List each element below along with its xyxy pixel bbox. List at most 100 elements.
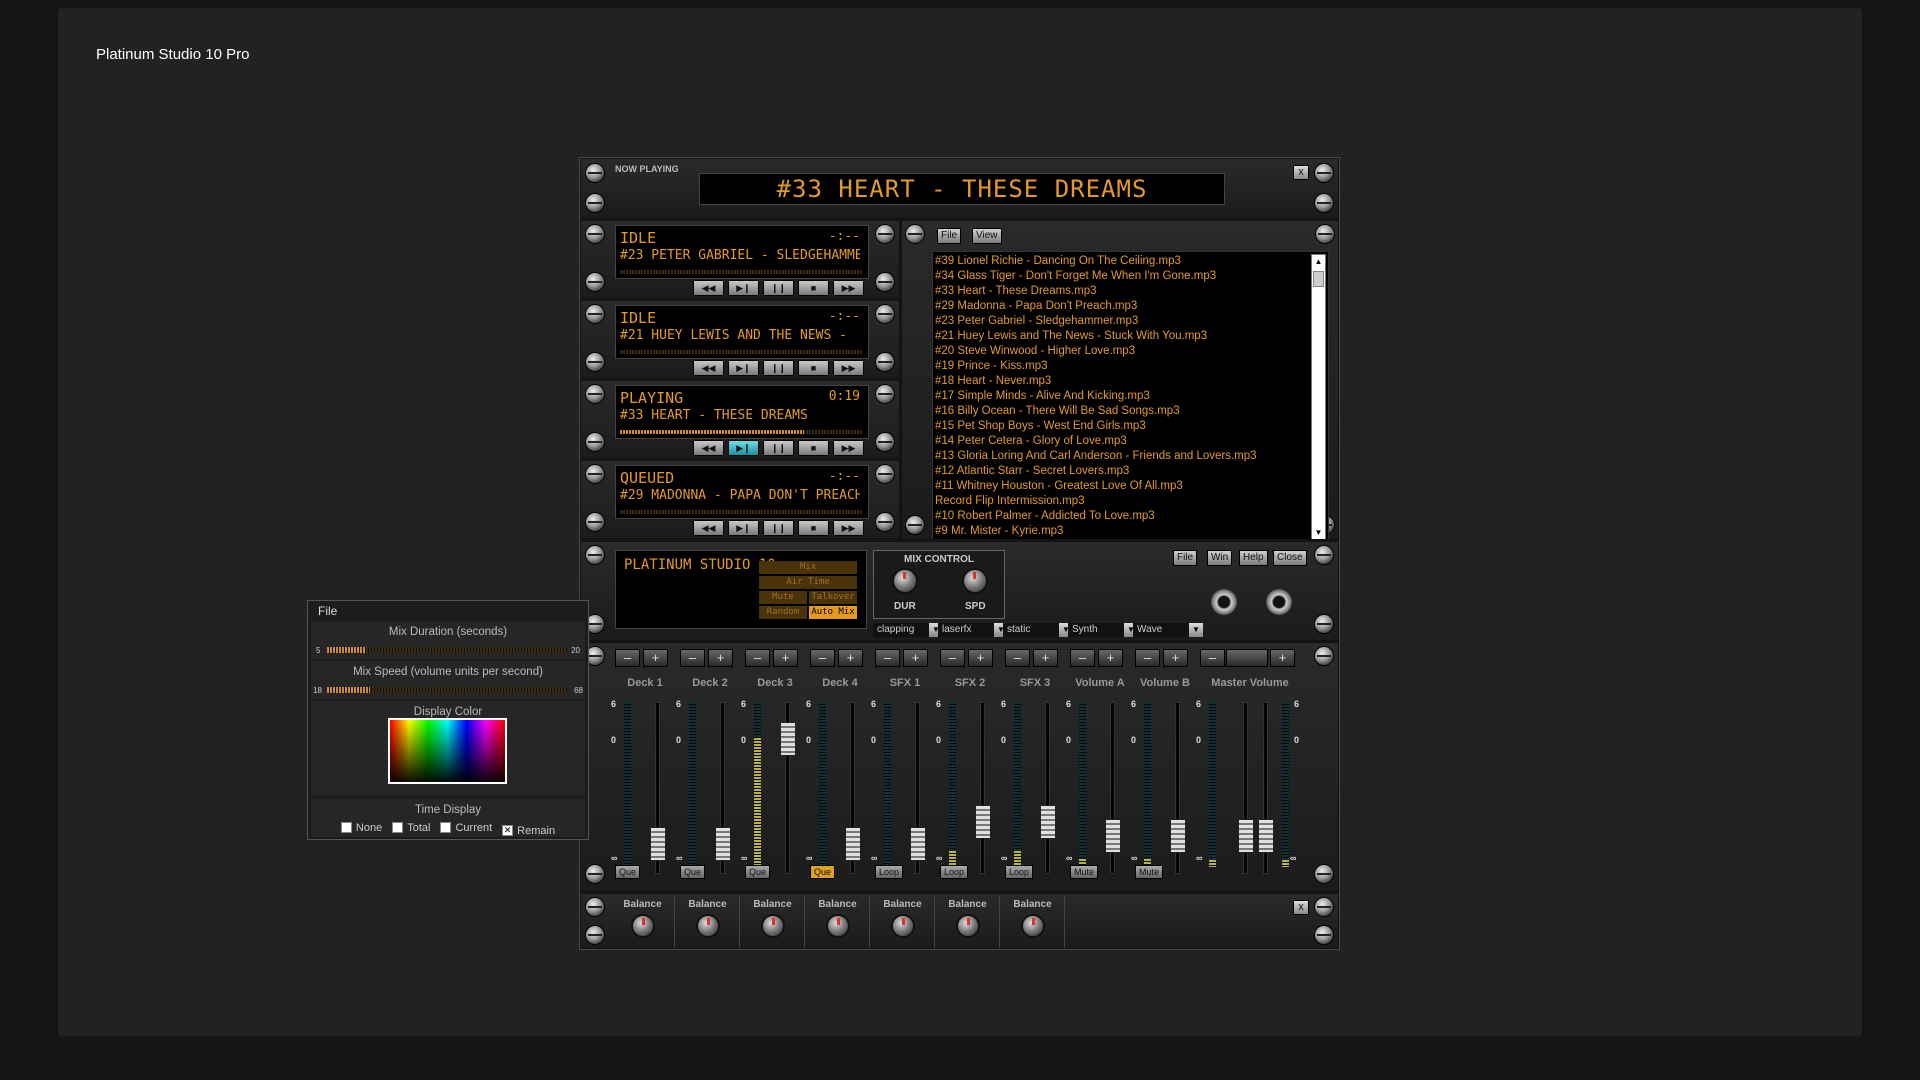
channel-loop-button[interactable]: Loop <box>940 865 969 879</box>
minus-button[interactable]: – <box>810 649 835 667</box>
balance-knob-icon[interactable] <box>761 914 785 938</box>
channel-loop-button[interactable]: Loop <box>1005 865 1034 879</box>
channel-mute-button[interactable]: Mute <box>1070 865 1099 879</box>
mix-duration-slider[interactable] <box>327 647 567 653</box>
playlist-item[interactable]: #11 Whitney Houston - Greatest Love Of A… <box>935 479 1328 494</box>
plus-button[interactable]: + <box>838 649 863 667</box>
studio-win-menu[interactable]: Win <box>1207 550 1233 566</box>
playlist-item[interactable]: #18 Heart - Never.mp3 <box>935 374 1328 389</box>
fader-handle[interactable] <box>1258 819 1274 854</box>
playlist-scrollbar[interactable]: ▲ ▼ <box>1311 254 1326 539</box>
fader-handle[interactable] <box>780 722 796 757</box>
minus-button[interactable]: – <box>615 649 640 667</box>
play-icon[interactable]: ▶❙ <box>728 520 759 536</box>
checkbox-icon[interactable]: ✕ <box>502 825 514 836</box>
plus-button[interactable]: + <box>1033 649 1058 667</box>
plus-button[interactable]: + <box>968 649 993 667</box>
mix-button[interactable]: Mix <box>759 561 857 574</box>
checkbox-icon[interactable] <box>440 822 452 833</box>
time-option-current[interactable]: Current <box>440 822 492 834</box>
plus-button[interactable]: + <box>708 649 733 667</box>
minus-button[interactable]: – <box>940 649 965 667</box>
scroll-thumb[interactable] <box>1313 271 1324 287</box>
playlist-item[interactable]: #39 Lionel Richie - Dancing On The Ceili… <box>935 254 1328 269</box>
pause-icon[interactable]: ❙❙ <box>763 440 794 456</box>
fader-handle[interactable] <box>910 826 926 861</box>
rewind-icon[interactable]: ◀◀ <box>693 520 724 536</box>
checkbox-icon[interactable] <box>340 822 352 833</box>
dropdown-arrow-icon[interactable]: ▼ <box>1189 623 1203 637</box>
mute-button[interactable]: Mute <box>759 591 807 604</box>
studio-file-menu[interactable]: File <box>1173 550 1198 566</box>
minus-button[interactable]: – <box>745 649 770 667</box>
balance-knob-icon[interactable] <box>631 914 655 938</box>
balance-knob-icon[interactable] <box>956 914 980 938</box>
stop-icon[interactable]: ■ <box>798 280 829 296</box>
auto-mix-button[interactable]: Auto Mix <box>809 606 857 619</box>
minus-button[interactable]: – <box>875 649 900 667</box>
minus-button[interactable]: – <box>680 649 705 667</box>
mix-speed-slider[interactable] <box>327 687 567 693</box>
fader-handle[interactable] <box>1105 819 1121 854</box>
color-picker[interactable] <box>388 718 507 784</box>
balance-close-icon[interactable]: x <box>1293 900 1309 915</box>
sfx-select[interactable]: laserfx ▼ <box>938 623 1008 637</box>
rewind-icon[interactable]: ◀◀ <box>693 280 724 296</box>
rewind-icon[interactable]: ◀◀ <box>693 440 724 456</box>
settings-file-menu[interactable]: File <box>318 604 337 618</box>
minus-button[interactable]: – <box>1070 649 1095 667</box>
playlist-item[interactable]: #20 Steve Winwood - Higher Love.mp3 <box>935 344 1328 359</box>
playlist-item[interactable]: #29 Madonna - Papa Don't Preach.mp3 <box>935 299 1328 314</box>
plus-button[interactable]: + <box>1098 649 1123 667</box>
pause-icon[interactable]: ❙❙ <box>763 360 794 376</box>
checkbox-icon[interactable] <box>392 822 404 833</box>
stop-icon[interactable]: ■ <box>798 440 829 456</box>
balance-knob-icon[interactable] <box>891 914 915 938</box>
fader-handle[interactable] <box>715 826 731 861</box>
playlist-item[interactable]: #19 Prince - Kiss.mp3 <box>935 359 1328 374</box>
rewind-icon[interactable]: ◀◀ <box>693 360 724 376</box>
stop-icon[interactable]: ■ <box>798 520 829 536</box>
playlist-item[interactable]: #17 Simple Minds - Alive And Kicking.mp3 <box>935 389 1328 404</box>
playlist-view-menu[interactable]: View <box>972 228 1002 244</box>
playlist-item[interactable]: #23 Peter Gabriel - Sledgehammer.mp3 <box>935 314 1328 329</box>
minus-button[interactable]: – <box>1135 649 1160 667</box>
plus-button[interactable]: + <box>773 649 798 667</box>
plus-button[interactable]: + <box>1163 649 1188 667</box>
scroll-up-icon[interactable]: ▲ <box>1312 255 1325 268</box>
playlist-item[interactable]: #13 Gloria Loring And Carl Anderson - Fr… <box>935 449 1328 464</box>
balance-knob-icon[interactable] <box>826 914 850 938</box>
playlist-item[interactable]: #34 Glass Tiger - Don't Forget Me When I… <box>935 269 1328 284</box>
minus-button[interactable]: – <box>1200 649 1225 667</box>
fast-forward-icon[interactable]: ▶▶ <box>833 280 864 296</box>
channel-mute-button[interactable]: Mute <box>1135 865 1164 879</box>
fader-handle[interactable] <box>1238 819 1254 854</box>
close-icon[interactable]: x <box>1293 165 1309 180</box>
fast-forward-icon[interactable]: ▶▶ <box>833 440 864 456</box>
fader-handle[interactable] <box>975 804 991 839</box>
stop-icon[interactable]: ■ <box>798 360 829 376</box>
scroll-down-icon[interactable]: ▼ <box>1312 526 1325 539</box>
fader-handle[interactable] <box>1040 804 1056 839</box>
sfx-select[interactable]: clapping ▼ <box>873 623 943 637</box>
playlist-item[interactable]: #33 Heart - These Dreams.mp3 <box>935 284 1328 299</box>
duration-knob-icon[interactable] <box>892 568 918 594</box>
minus-button[interactable]: – <box>1005 649 1030 667</box>
air-time-button[interactable]: Air Time <box>759 576 857 589</box>
channel-que-button[interactable]: Que <box>745 865 771 879</box>
playlist-item[interactable]: #10 Robert Palmer - Addicted To Love.mp3 <box>935 509 1328 524</box>
talkover-button[interactable]: Talkover <box>809 591 857 604</box>
random-button[interactable]: Random <box>759 606 807 619</box>
fader-handle[interactable] <box>845 826 861 861</box>
plus-button[interactable]: + <box>903 649 928 667</box>
fast-forward-icon[interactable]: ▶▶ <box>833 520 864 536</box>
studio-close-button[interactable]: Close <box>1273 550 1307 566</box>
sfx-select[interactable]: static ▼ <box>1003 623 1073 637</box>
pause-icon[interactable]: ❙❙ <box>763 520 794 536</box>
playlist-item[interactable]: #15 Pet Shop Boys - West End Girls.mp3 <box>935 419 1328 434</box>
channel-que-button[interactable]: Que <box>810 865 836 879</box>
pause-icon[interactable]: ❙❙ <box>763 280 794 296</box>
time-option-none[interactable]: None <box>340 822 382 834</box>
plus-button[interactable]: + <box>1270 649 1295 667</box>
fader-handle[interactable] <box>650 826 666 861</box>
